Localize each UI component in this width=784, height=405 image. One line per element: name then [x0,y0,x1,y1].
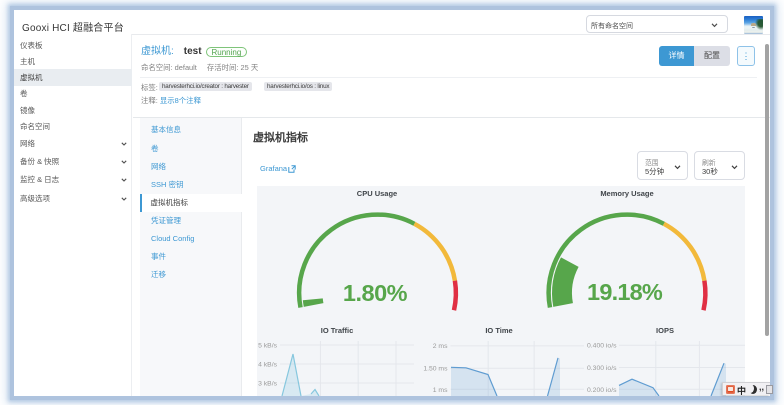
svg-text:CPU Usage: CPU Usage [357,189,397,198]
svg-text:IO Time: IO Time [485,326,512,335]
svg-text:0.400 io/s: 0.400 io/s [587,343,617,350]
svg-text:1.80%: 1.80% [343,280,408,306]
svg-text:Memory Usage: Memory Usage [600,189,653,198]
svg-text:2 ms: 2 ms [433,343,448,350]
svg-text:1 ms: 1 ms [433,387,448,394]
svg-text:IOPS: IOPS [656,326,674,335]
svg-text:0.300 io/s: 0.300 io/s [587,365,617,372]
svg-text:3 kB/s: 3 kB/s [258,381,277,388]
svg-text:1.50 ms: 1.50 ms [423,366,448,373]
svg-text:IO Traffic: IO Traffic [321,326,354,335]
svg-text:5 kB/s: 5 kB/s [258,343,277,350]
svg-text:0.200 io/s: 0.200 io/s [587,387,617,394]
svg-text:4 kB/s: 4 kB/s [258,362,277,369]
svg-text:19.18%: 19.18% [587,279,663,305]
